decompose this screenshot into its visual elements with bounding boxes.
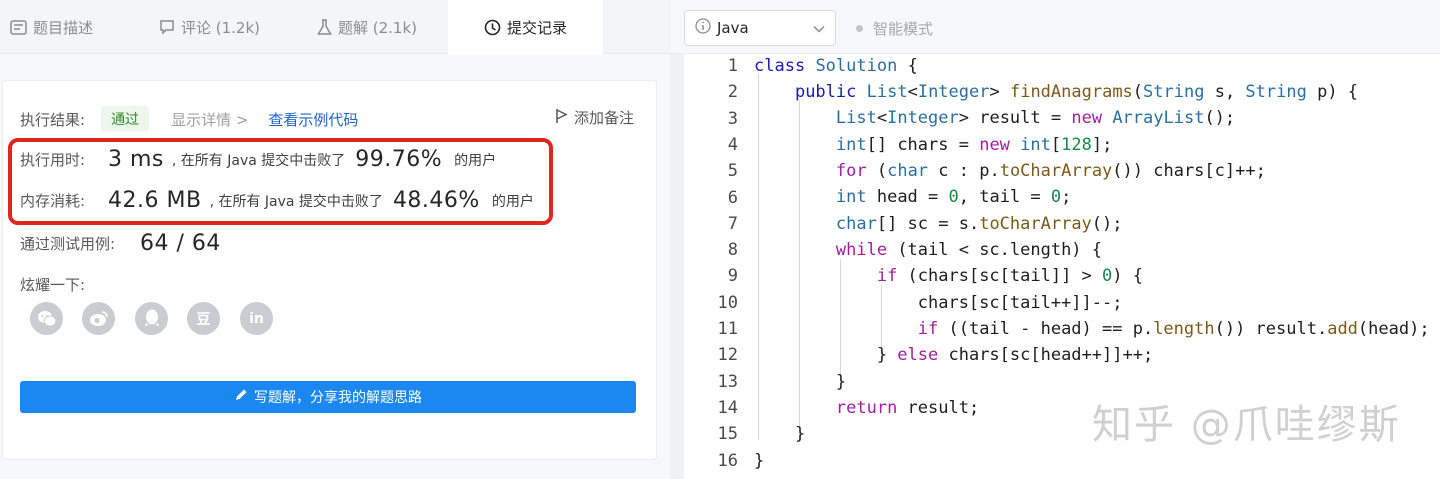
code-line: if ((tail - head) == p.length()) result.… [917,319,1430,339]
result-label: 执行结果: [20,110,86,129]
code-line: int head = 0, tail = 0; [835,187,1072,207]
memory-prefix: , 在所有 Java 提交中击败了 [209,193,383,210]
line-number: 1 [727,56,738,76]
line-number: 15 [717,424,738,445]
code-line: char[] sc = s.toCharArray(); [835,214,1123,234]
mode-label: 智能模式 [873,20,934,38]
runtime-percent: 99.76% [355,147,443,172]
linkedin-glyph: in [249,310,264,327]
code-line: class Solution { [754,56,918,76]
tab-bar: 题目描述 评论 (1.2k) 题解 (2.1k) 提交记录 [0,0,670,55]
line-number: 13 [717,371,738,392]
smart-mode-toggle[interactable]: 智能模式 [856,18,933,39]
example-code-link[interactable]: 查看示例代码 [268,109,358,130]
code-line: chars[sc[tail++]]--; [754,293,1123,313]
language-select[interactable]: Java [684,10,836,46]
line-number-gutter: 1 2 3 4 5 6 7 8 9 10 11 12 13 14 15 16 [684,54,746,479]
language-value: Java [717,19,749,37]
tests-row: 通过测试用例: 64 / 64 [20,231,221,256]
runtime-label: 执行用时: [20,151,86,169]
code-line: if (chars[sc[tail]] > 0) { [876,266,1143,286]
linkedin-icon[interactable]: in [240,302,273,335]
line-number: 4 [727,134,738,155]
line-number: 10 [717,292,738,313]
line-number: 11 [717,319,738,339]
flag-icon [555,108,568,128]
code-line: } else chars[sc[head++]]++; [754,345,1154,365]
add-note-button[interactable]: 添加备注 [555,107,634,128]
pencil-icon [234,388,248,406]
runtime-prefix: , 在所有 Java 提交中击败了 [171,152,346,169]
line-number: 12 [717,345,738,366]
code-line: for (char c : p.toCharArray()) chars[c]+… [835,161,1266,181]
write-solution-button[interactable]: 写题解，分享我的解题思路 [20,381,636,413]
tab-description[interactable]: 题目描述 [10,0,93,54]
line-number: 16 [717,450,738,471]
comment-icon [159,19,175,35]
status-badge: 通过 [101,106,150,132]
code-line: } [754,451,765,471]
details-link[interactable]: 显示详情 > [171,109,248,130]
line-number: 2 [727,82,738,103]
share-label: 炫耀一下: [20,276,86,294]
result-row: 执行结果: 通过 显示详情 > 查看示例代码 [20,106,358,132]
line-number: 6 [727,187,738,208]
pane-resizer[interactable] [670,54,684,479]
douban-glyph: 豆 [196,311,211,328]
code-line: } [754,372,847,392]
write-solution-label: 写题解，分享我的解题思路 [254,390,422,406]
line-number: 5 [727,161,738,182]
info-icon [695,18,711,38]
line-number: 9 [727,266,738,287]
tests-label: 通过测试用例: [20,235,116,253]
wechat-icon[interactable] [30,302,63,335]
tab-label: 提交记录 [506,19,567,37]
memory-label: 内存消耗: [20,192,86,210]
tab-label: 题解 (2.1k) [338,18,418,37]
line-number: 14 [717,397,738,418]
runtime-suffix: 的用户 [454,152,497,169]
code-line: while (tail < sc.length) { [835,240,1103,260]
runtime-row: 执行用时: 3 ms , 在所有 Java 提交中击败了 99.76% 的用户 [20,147,496,172]
code-line: int[] chars = new int[128]; [835,135,1113,155]
tab-label: 题目描述 [33,18,94,37]
tab-solutions[interactable]: 题解 (2.1k) [317,0,417,54]
editor-toolbar: Java 智能模式 [670,0,1440,54]
douban-icon[interactable]: 豆 [187,302,220,335]
qq-icon[interactable] [135,302,168,335]
add-note-label: 添加备注 [573,109,634,127]
code-line: List<Integer> result = new ArrayList(); [835,108,1236,128]
weibo-icon[interactable] [82,302,115,335]
memory-suffix: 的用户 [491,193,534,210]
chevron-down-icon [813,19,825,37]
code-line: } [754,424,806,444]
description-icon [10,19,27,35]
line-number: 7 [727,213,738,234]
tab-comments[interactable]: 评论 (1.2k) [159,0,260,54]
mode-dot-icon [856,25,863,32]
tests-value: 64 / 64 [140,231,221,256]
tab-submissions[interactable]: 提交记录 [448,0,603,55]
line-number: 8 [727,240,738,261]
tab-label: 评论 (1.2k) [181,18,261,37]
watermark: 知乎 @爪哇缪斯 [1092,402,1401,448]
code-line: return result; [835,398,980,418]
flask-icon [317,18,332,36]
runtime-value: 3 ms [108,147,164,172]
memory-row: 内存消耗: 42.6 MB , 在所有 Java 提交中击败了 48.46% 的… [20,188,534,213]
memory-percent: 48.46% [392,188,480,213]
memory-value: 42.6 MB [108,188,202,213]
share-row: 炫耀一下: [20,274,85,295]
submission-panel: 题目描述 评论 (1.2k) 题解 (2.1k) 提交记录 执行结果: 通过 显… [0,0,670,479]
clock-icon [484,19,501,36]
code-line: public List<Integer> findAnagrams(String… [794,82,1359,102]
line-number: 3 [727,108,738,129]
